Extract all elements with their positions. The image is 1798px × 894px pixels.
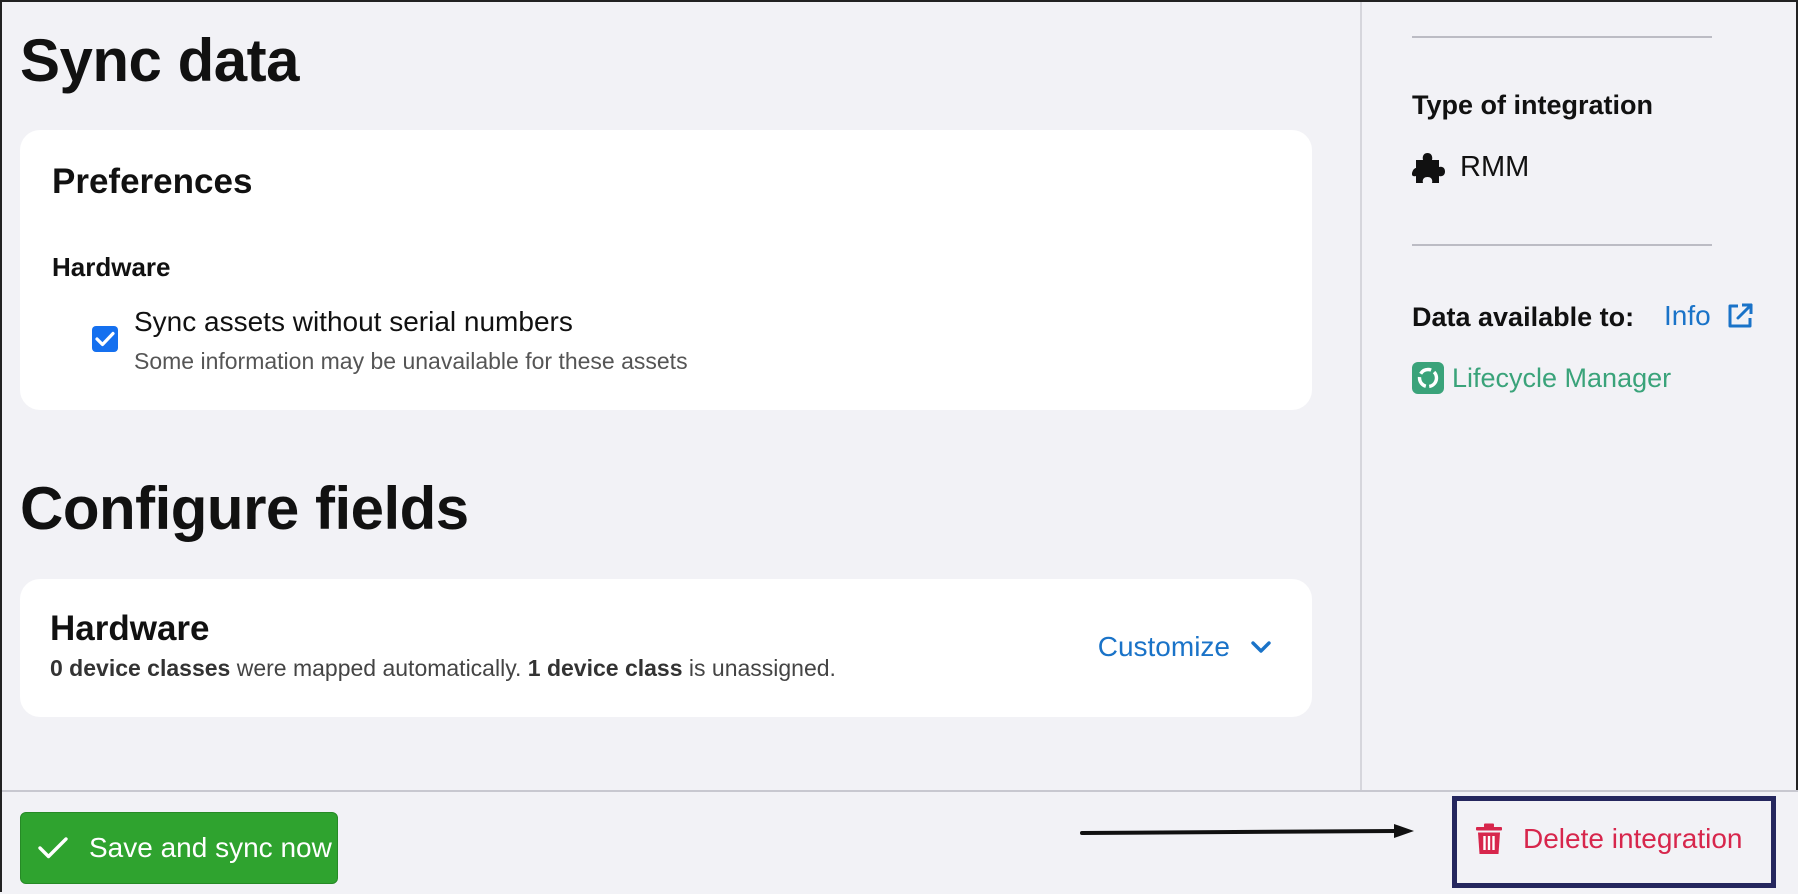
preferences-title: Preferences xyxy=(52,162,253,201)
preferences-card: Preferences Hardware Sync assets without… xyxy=(20,130,1312,410)
checkbox-label[interactable]: Sync assets without serial numbers xyxy=(134,306,573,338)
sync-without-serial-checkbox[interactable] xyxy=(92,326,118,352)
checkmark-icon xyxy=(95,331,115,347)
footer-bar: Save and sync now Delete integration xyxy=(2,790,1798,894)
hardware-card-description: 0 device classes were mapped automatical… xyxy=(50,655,836,682)
integration-type-value: RMM xyxy=(1460,150,1530,183)
trash-icon xyxy=(1476,823,1502,854)
data-available-label: Data available to: xyxy=(1412,302,1635,332)
info-link[interactable]: Info xyxy=(1664,300,1755,332)
puzzle-piece-icon xyxy=(1412,153,1445,183)
chevron-down-icon xyxy=(1251,641,1271,653)
save-and-sync-button[interactable]: Save and sync now xyxy=(20,812,338,884)
checkbox-help-text: Some information may be unavailable for … xyxy=(134,348,688,374)
sidebar-divider-top xyxy=(1412,36,1712,38)
configure-fields-title: Configure fields xyxy=(20,475,469,542)
delete-button-label: Delete integration xyxy=(1523,823,1743,854)
integration-sidebar: Type of integration RMM Data available t… xyxy=(1360,2,1798,790)
external-link-icon xyxy=(1728,303,1753,328)
sync-data-title: Sync data xyxy=(20,27,299,94)
hardware-config-card: Hardware 0 device classes were mapped au… xyxy=(20,579,1312,717)
mapped-count: 0 device classes xyxy=(50,655,231,681)
customize-label: Customize xyxy=(1097,631,1230,662)
annotation-arrow xyxy=(1080,824,1414,838)
type-of-integration-label: Type of integration xyxy=(1412,90,1653,120)
checkmark-icon xyxy=(38,837,68,859)
delete-integration-button[interactable]: Delete integration xyxy=(1475,823,1742,855)
unassigned-count: 1 device class xyxy=(527,655,683,681)
customize-button[interactable]: Customize xyxy=(1098,631,1272,663)
lifecycle-manager-product: Lifecycle Manager xyxy=(1412,362,1671,394)
info-link-label: Info xyxy=(1664,300,1711,331)
preferences-section-hardware: Hardware xyxy=(52,252,171,282)
unassigned-text: is unassigned. xyxy=(682,655,836,681)
save-button-label: Save and sync now xyxy=(89,832,332,863)
sidebar-divider-middle xyxy=(1412,244,1712,246)
app-frame: Sync data Preferences Hardware Sync asse… xyxy=(0,0,1798,894)
integration-type: RMM xyxy=(1412,150,1529,184)
hardware-card-title: Hardware xyxy=(50,609,210,648)
delete-highlight-box: Delete integration xyxy=(1452,796,1776,888)
mapped-text: were mapped automatically. xyxy=(230,655,528,681)
product-name: Lifecycle Manager xyxy=(1452,362,1672,393)
lifecycle-manager-logo-icon xyxy=(1412,362,1444,394)
